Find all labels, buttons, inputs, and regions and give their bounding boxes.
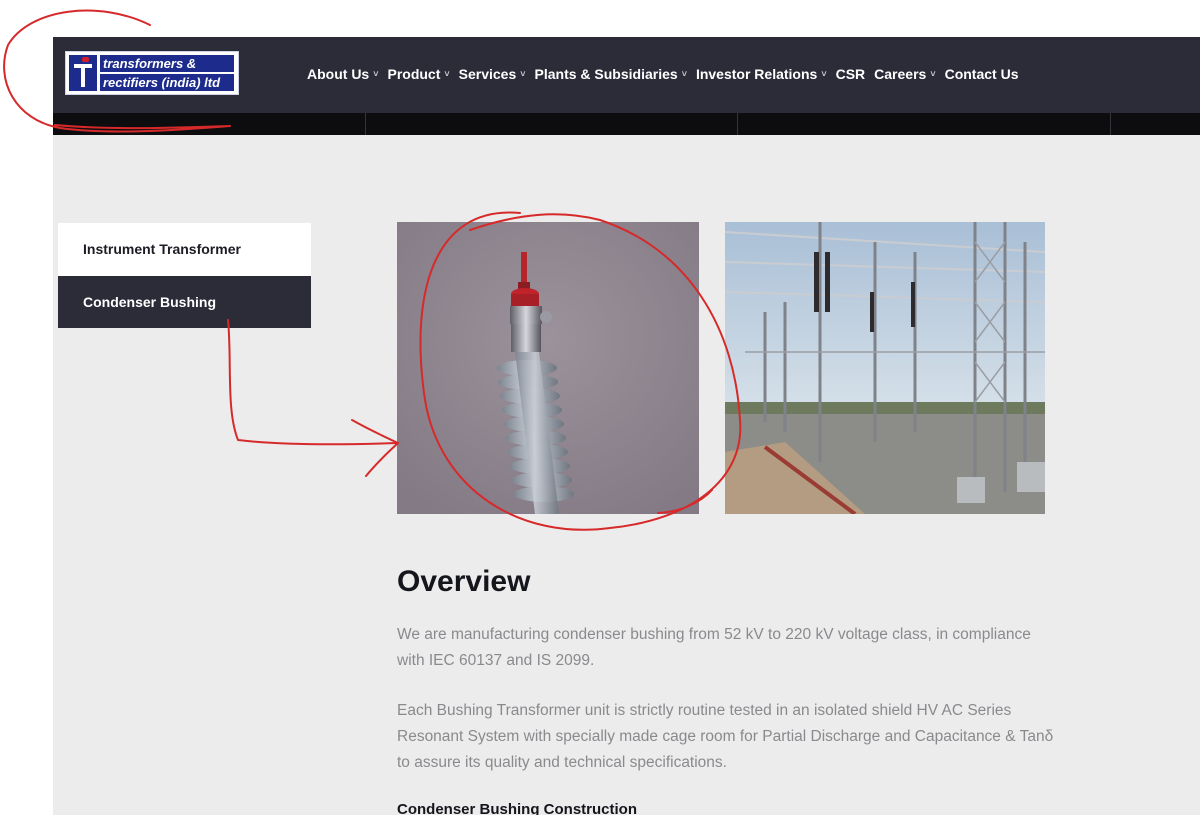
product-side-menu: Instrument Transformer Condenser Bushing	[58, 223, 311, 328]
site-header: transformers & rectifiers (india) ltd Ab…	[53, 37, 1200, 113]
nav-label: Careers	[874, 66, 927, 82]
chevron-down-icon: ˅	[681, 69, 687, 79]
nav-plants-subsidiaries[interactable]: Plants & Subsidiaries ˅	[535, 64, 687, 84]
substation-image	[725, 222, 1045, 514]
company-logo[interactable]: transformers & rectifiers (india) ltd	[65, 51, 239, 95]
nav-label: Plants & Subsidiaries	[534, 66, 678, 82]
logo-text-line1: transformers &	[100, 55, 234, 72]
overview-paragraph-2: Each Bushing Transformer unit is strictl…	[397, 702, 1054, 771]
nav-label: CSR	[835, 66, 866, 82]
chevron-down-icon: ˅	[821, 69, 827, 79]
nav-label: Product	[387, 66, 441, 82]
nav-contact-us[interactable]: Contact Us	[945, 64, 1019, 84]
construction-subheading: Condenser Bushing Construction	[397, 801, 637, 815]
nav-label: Services	[458, 66, 517, 82]
chevron-down-icon: ˅	[444, 69, 450, 79]
overview-heading: Overview	[397, 565, 531, 598]
nav-careers[interactable]: Careers ˅	[874, 64, 935, 84]
nav-investor-relations[interactable]: Investor Relations ˅	[696, 64, 827, 84]
main-nav: About Us ˅ Product ˅ Services ˅ Plants &…	[307, 64, 1027, 84]
chevron-down-icon: ˅	[373, 69, 379, 79]
chevron-down-icon: ˅	[520, 69, 526, 79]
nav-csr[interactable]: CSR	[836, 64, 866, 84]
logo-text-line2: rectifiers (india) ltd	[100, 74, 234, 91]
nav-label: Investor Relations	[695, 66, 818, 82]
nav-about-us[interactable]: About Us ˅	[307, 64, 378, 84]
chevron-down-icon: ˅	[930, 69, 936, 79]
nav-product[interactable]: Product ˅	[387, 64, 449, 84]
nav-services[interactable]: Services ˅	[459, 64, 526, 84]
side-item-instrument-transformer[interactable]: Instrument Transformer	[58, 223, 311, 276]
header-subbar	[53, 113, 1200, 135]
nav-label: About Us	[307, 66, 370, 82]
overview-paragraph-1: We are manufacturing condenser bushing f…	[397, 626, 1031, 669]
website-page: transformers & rectifiers (india) ltd Ab…	[53, 37, 1200, 815]
condenser-bushing-image	[397, 222, 699, 514]
logo-mark-icon	[69, 55, 97, 91]
side-item-condenser-bushing[interactable]: Condenser Bushing	[58, 276, 311, 328]
nav-label: Contact Us	[944, 66, 1019, 82]
